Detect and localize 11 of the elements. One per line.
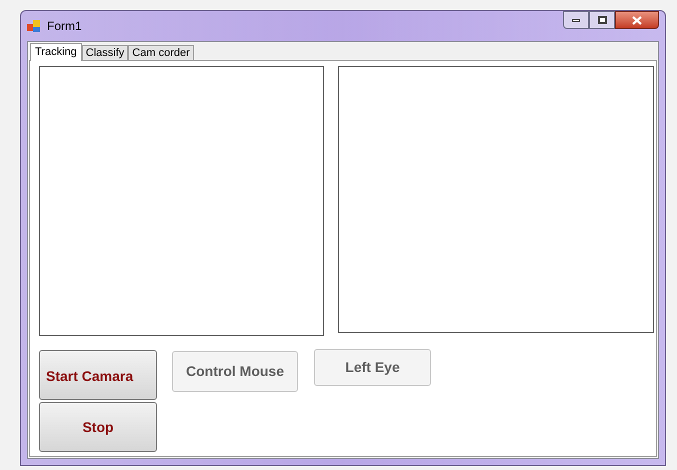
- minimize-button[interactable]: [563, 11, 589, 29]
- window-title: Form1: [47, 18, 82, 35]
- tab[interactable]: Cam corder: [128, 45, 194, 60]
- button[interactable]: Stop: [39, 402, 157, 452]
- tab[interactable]: Tracking: [30, 43, 82, 61]
- app-icon: [27, 19, 41, 33]
- close-button[interactable]: [615, 11, 659, 29]
- button[interactable]: Start Camara: [39, 350, 157, 400]
- close-icon: [632, 16, 642, 24]
- maximize-button[interactable]: [589, 11, 615, 29]
- tab[interactable]: Classify: [82, 45, 128, 60]
